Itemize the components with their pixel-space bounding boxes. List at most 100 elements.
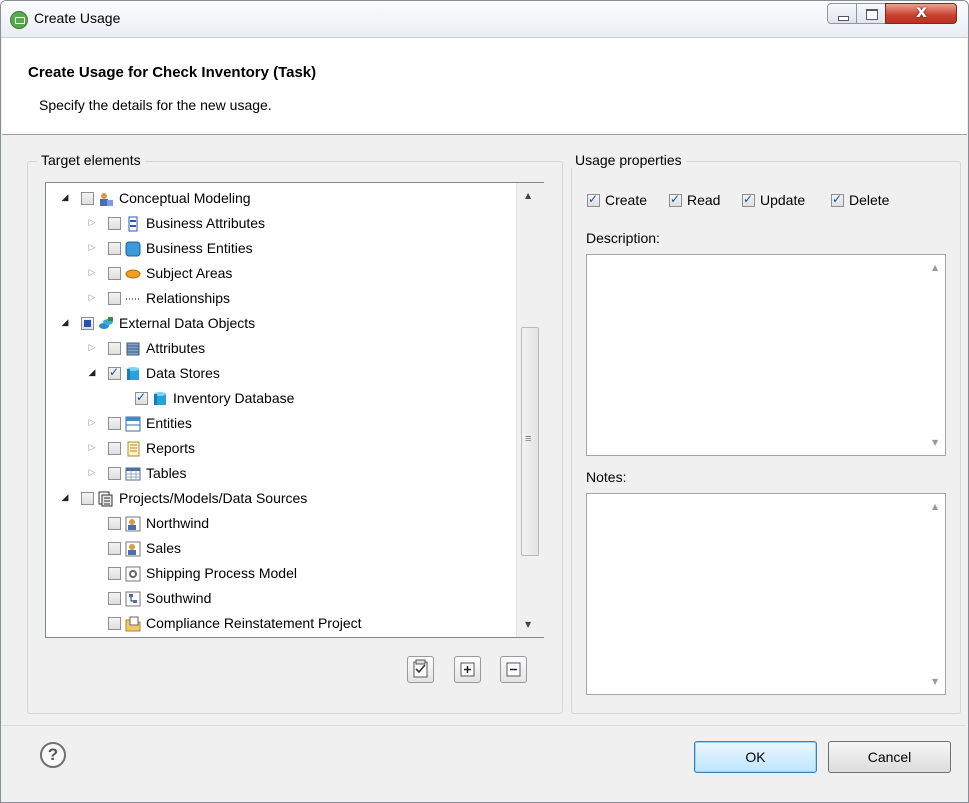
help-button[interactable]: ? bbox=[40, 742, 66, 768]
cancel-button[interactable]: Cancel bbox=[828, 741, 951, 773]
notes-field[interactable]: ▲ ▼ bbox=[586, 493, 946, 695]
tree-item-label: Conceptual Modeling bbox=[119, 190, 251, 206]
table-icon bbox=[125, 467, 141, 481]
target-elements-label: Target elements bbox=[37, 152, 145, 168]
expand-arrow-icon[interactable]: ▷ bbox=[87, 218, 97, 228]
tree-item-label: Reports bbox=[146, 440, 196, 456]
tree-item-checkbox[interactable] bbox=[108, 542, 121, 555]
tree-item-northwind[interactable]: Northwind bbox=[46, 513, 516, 537]
tree-item-checkbox[interactable] bbox=[108, 365, 121, 380]
database-icon bbox=[154, 392, 166, 405]
minimize-icon bbox=[838, 16, 849, 21]
description-scrollbar[interactable]: ▲ ▼ bbox=[927, 255, 945, 455]
collapse-all-icon bbox=[506, 662, 521, 677]
title-bar[interactable]: Create Usage x bbox=[1, 1, 968, 38]
tree-item-checkbox[interactable] bbox=[81, 192, 94, 205]
scrollbar-thumb[interactable] bbox=[521, 327, 539, 556]
tree-item-checkbox[interactable] bbox=[108, 242, 121, 255]
target-elements-tree[interactable]: ◢ Conceptual Modeling ▷ Business Attributes… bbox=[45, 182, 544, 638]
tree-item-checkbox[interactable] bbox=[108, 417, 121, 430]
dialog-header: Create Usage for Check Inventory (Task) … bbox=[2, 38, 967, 135]
tree-item-label: Projects/Models/Data Sources bbox=[119, 490, 308, 506]
checkbox-box[interactable] bbox=[831, 192, 844, 207]
tree-item-business-attributes[interactable]: ▷ Business Attributes bbox=[46, 213, 516, 237]
expand-arrow-icon[interactable]: ▷ bbox=[87, 468, 97, 478]
collapse-arrow-icon[interactable]: ◢ bbox=[60, 493, 70, 503]
tree-item-data-stores[interactable]: ◢ Data Stores bbox=[46, 363, 516, 387]
expand-arrow-icon[interactable]: ▷ bbox=[87, 293, 97, 303]
tree-item-label: Subject Areas bbox=[146, 265, 233, 281]
tree-item-sales[interactable]: Sales bbox=[46, 538, 516, 562]
tree-item-checkbox[interactable] bbox=[108, 592, 121, 605]
scroll-up-icon: ▲ bbox=[932, 263, 939, 272]
tree-item-checkbox[interactable] bbox=[108, 517, 121, 530]
tree-item-checkbox[interactable] bbox=[108, 217, 121, 230]
maximize-icon bbox=[866, 9, 878, 20]
expand-arrow-icon[interactable]: ▷ bbox=[87, 243, 97, 253]
tree-item-entities[interactable]: ▷ Entities bbox=[46, 413, 516, 437]
read-label: Read bbox=[687, 192, 721, 208]
dialog-subtitle: Specify the details for the new usage. bbox=[39, 97, 272, 113]
tree-item-southwind[interactable]: Southwind bbox=[46, 588, 516, 612]
scroll-down-icon[interactable]: ▼ bbox=[525, 620, 531, 629]
process-model-icon bbox=[125, 566, 141, 582]
expand-arrow-icon[interactable]: ▷ bbox=[87, 418, 97, 428]
tree-item-checkbox[interactable] bbox=[108, 292, 121, 305]
expand-arrow-icon[interactable]: ▷ bbox=[87, 443, 97, 453]
tree-item-business-entities[interactable]: ▷ Business Entities bbox=[46, 238, 516, 262]
tree-item-checkbox[interactable] bbox=[108, 617, 121, 630]
tree-item-inventory-database[interactable]: Inventory Database bbox=[46, 388, 516, 412]
tree-item-attributes[interactable]: ▷ Attributes bbox=[46, 338, 516, 362]
checkbox-box[interactable] bbox=[669, 192, 682, 207]
checkbox-box[interactable] bbox=[742, 192, 755, 207]
tree-item-label: Relationships bbox=[146, 290, 231, 306]
tree-item-label: Tables bbox=[146, 465, 187, 481]
scroll-up-icon[interactable]: ▲ bbox=[525, 191, 531, 200]
external-data-objects-icon bbox=[99, 317, 113, 329]
expand-arrow-icon[interactable]: ▷ bbox=[87, 343, 97, 353]
tree-item-checkbox[interactable] bbox=[108, 342, 121, 355]
close-button[interactable]: x bbox=[885, 2, 957, 24]
tree-item-checkbox[interactable] bbox=[108, 467, 121, 480]
checkbox-box[interactable] bbox=[587, 192, 600, 207]
tree-item-tables[interactable]: ▷ Tables bbox=[46, 463, 516, 487]
expand-arrow-icon[interactable]: ▷ bbox=[87, 268, 97, 278]
ok-button[interactable]: OK bbox=[694, 741, 817, 773]
tree-item-projects-models-data-sources[interactable]: ◢ Projects/Models/Data Sources bbox=[46, 488, 516, 512]
tree-item-checkbox[interactable] bbox=[108, 442, 121, 455]
collapse-all-button[interactable] bbox=[500, 656, 527, 683]
notes-scrollbar[interactable]: ▲ ▼ bbox=[927, 494, 945, 694]
tree-item-checkbox[interactable] bbox=[81, 317, 94, 330]
tree-item-label: Business Entities bbox=[146, 240, 253, 256]
conceptual-modeling-icon bbox=[100, 193, 113, 206]
expand-all-button[interactable] bbox=[454, 656, 481, 683]
tree-item-compliance-reinstatement-project[interactable]: Compliance Reinstatement Project bbox=[46, 613, 516, 637]
tree-item-checkbox[interactable] bbox=[135, 390, 148, 405]
collapse-arrow-icon[interactable]: ◢ bbox=[87, 368, 97, 378]
tree-scrollbar[interactable]: ▲ ▼ bbox=[516, 183, 544, 637]
tree-item-checkbox[interactable] bbox=[108, 567, 121, 580]
minimize-button[interactable] bbox=[827, 3, 857, 24]
select-all-button[interactable] bbox=[407, 656, 434, 683]
conceptual-model-icon bbox=[125, 541, 141, 557]
tree-item-conceptual-modeling[interactable]: ◢ Conceptual Modeling bbox=[46, 188, 516, 212]
entity-icon bbox=[125, 416, 141, 432]
description-field[interactable]: ▲ ▼ bbox=[586, 254, 946, 456]
maximize-button[interactable] bbox=[856, 3, 886, 24]
collapse-arrow-icon[interactable]: ◢ bbox=[60, 318, 70, 328]
scroll-down-icon: ▼ bbox=[932, 438, 939, 447]
tree-item-reports[interactable]: ▷ Reports bbox=[46, 438, 516, 462]
tree-item-label: Inventory Database bbox=[173, 390, 295, 406]
tree-item-label: Attributes bbox=[146, 340, 206, 356]
tree-item-label: Business Attributes bbox=[146, 215, 266, 231]
notes-label: Notes: bbox=[586, 469, 627, 485]
tree-item-checkbox[interactable] bbox=[81, 492, 94, 505]
tree-item-relationships[interactable]: ▷ Relationships bbox=[46, 288, 516, 312]
tree-item-shipping-process-model[interactable]: Shipping Process Model bbox=[46, 563, 516, 587]
tree-item-external-data-objects[interactable]: ◢ External Data Objects bbox=[46, 313, 516, 337]
tree-item-checkbox[interactable] bbox=[108, 267, 121, 280]
tree-item-subject-areas[interactable]: ▷ Subject Areas bbox=[46, 263, 516, 287]
collapse-arrow-icon[interactable]: ◢ bbox=[60, 193, 70, 203]
scroll-up-icon: ▲ bbox=[932, 502, 939, 511]
tree-item-label: Data Stores bbox=[146, 365, 220, 381]
